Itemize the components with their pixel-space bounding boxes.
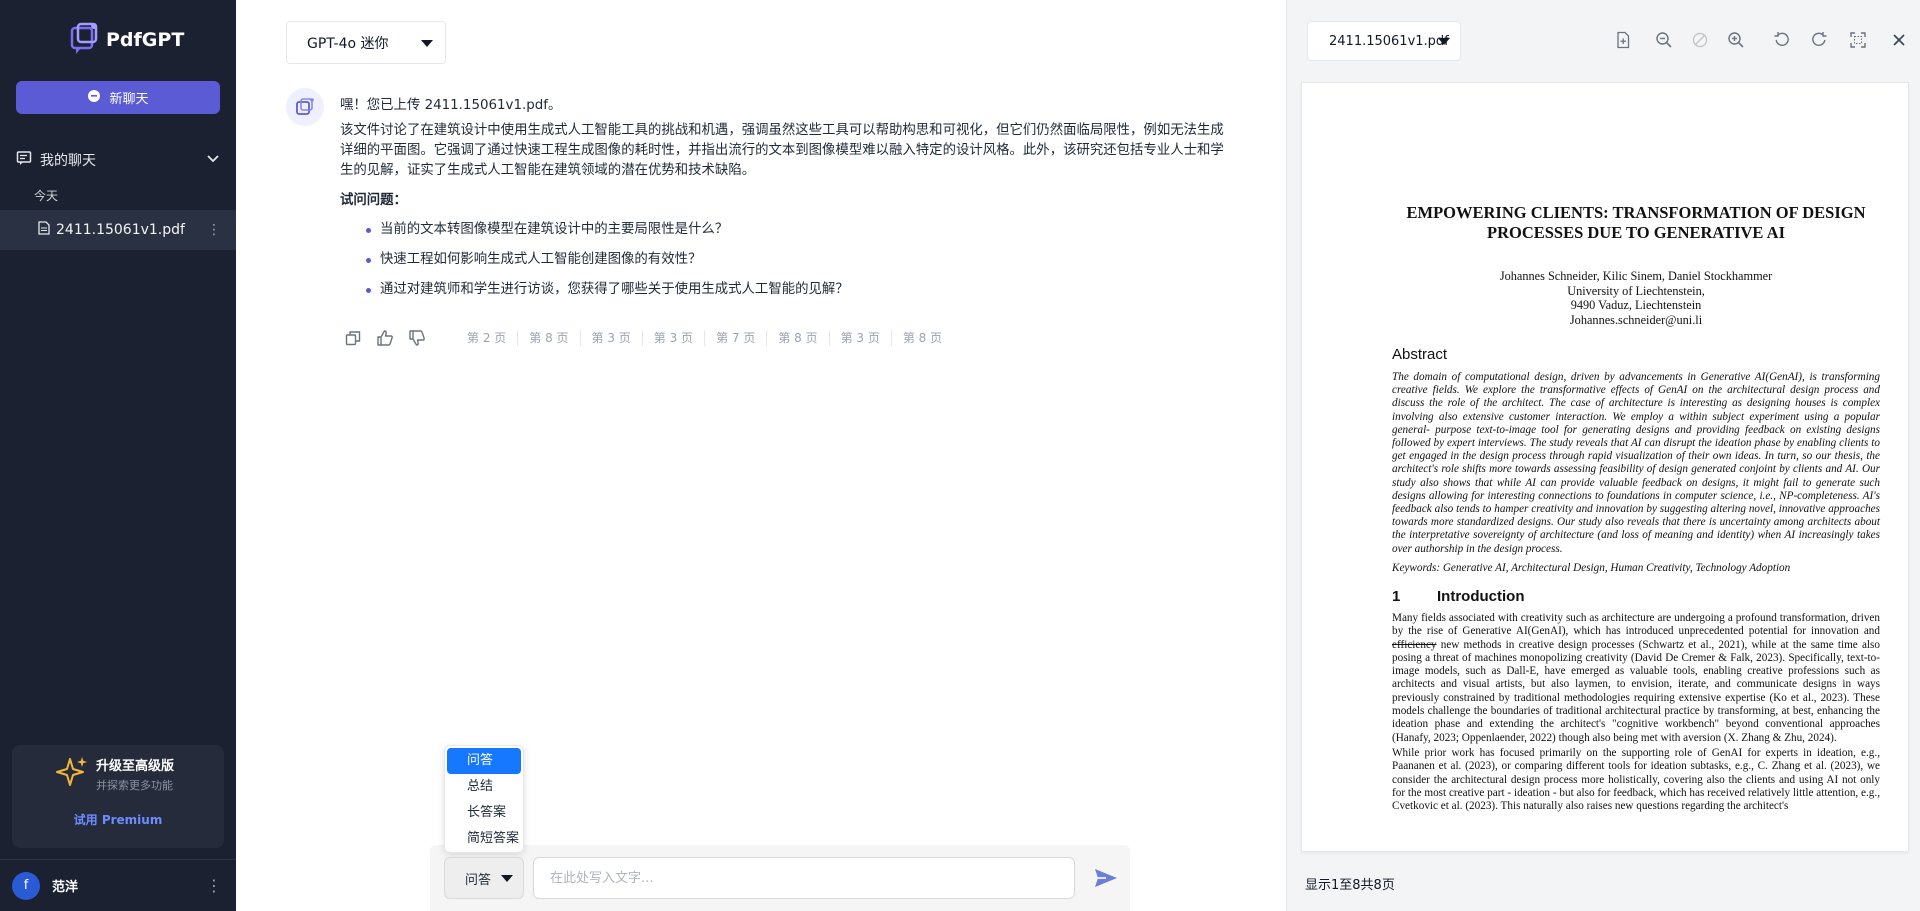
my-chats-label: 我的聊天 xyxy=(40,153,96,169)
user-profile[interactable]: f 范洋 ⋮ xyxy=(0,859,236,911)
paper-address: 9490 Vaduz, Liechtenstein xyxy=(1570,298,1702,312)
model-select[interactable]: GPT-4o 迷你 xyxy=(286,21,446,64)
mode-option-summary[interactable]: 总结 xyxy=(447,774,521,800)
keywords-text: Keywords: Generative AI, Architectural D… xyxy=(1392,562,1791,574)
section-heading: 1 Introduction xyxy=(1392,588,1524,605)
section-title: Introduction xyxy=(1437,588,1525,605)
chat-list-icon xyxy=(16,150,32,170)
page-ref-link[interactable]: 第 8 页 xyxy=(518,330,581,346)
model-label: GPT-4o 迷你 xyxy=(307,35,389,52)
chevron-down-icon[interactable] xyxy=(206,151,220,169)
page-ref-link[interactable]: 第 3 页 xyxy=(643,330,706,346)
close-icon[interactable] xyxy=(1888,29,1910,51)
section-number: 1 xyxy=(1392,588,1401,605)
zoom-out-icon[interactable] xyxy=(1653,29,1675,51)
body-paragraph: Many fields associated with creativity s… xyxy=(1392,612,1880,744)
page-ref-link[interactable]: 第 2 页 xyxy=(456,330,519,346)
more-options-icon[interactable]: ⋮ xyxy=(204,222,224,238)
user-name: 范洋 xyxy=(52,880,79,895)
caret-down-icon xyxy=(421,40,433,47)
send-icon xyxy=(1095,869,1117,887)
zoom-in-icon[interactable] xyxy=(1725,29,1747,51)
new-chat-label: 新聊天 xyxy=(109,92,149,107)
message-input[interactable] xyxy=(533,857,1075,899)
today-group-label: 今天 xyxy=(34,189,59,203)
paper-email: Johannes.schneider@uni.li xyxy=(1569,312,1703,327)
pdfgpt-logo-icon xyxy=(68,20,100,60)
mode-dropdown-menu: 问答 总结 长答案 简短答案 xyxy=(444,745,524,853)
pdf-viewer-panel: 2411.15061v1.pdf EMPOWERING CLIENTS: TRA… xyxy=(1286,0,1920,911)
upgrade-subtitle: 并探索更多功能 xyxy=(96,779,173,792)
new-chat-button[interactable]: 新聊天 xyxy=(16,81,220,114)
page-ref-link[interactable]: 第 3 页 xyxy=(581,330,643,346)
summary-text: 该文件讨论了在建筑设计中使用生成式人工智能工具的挑战和机遇，强调虽然这些工具可以… xyxy=(340,123,1224,178)
pdfgpt-bot-icon xyxy=(296,98,314,115)
suggested-question[interactable]: 通过对建筑师和学生进行访谈，您获得了哪些关于使用生成式人工智能的见解？ xyxy=(340,275,1224,305)
suggested-questions: 当前的文本转图像模型在建筑设计中的主要局限性是什么？ 快速工程如何影响生成式人工… xyxy=(340,215,1224,305)
suggested-question[interactable]: 当前的文本转图像模型在建筑设计中的主要局限性是什么？ xyxy=(340,215,1224,245)
questions-title: 试问问题： xyxy=(340,193,407,208)
fullscreen-icon[interactable] xyxy=(1847,29,1869,51)
chat-item-name: 2411.15061v1.pdf xyxy=(56,222,185,238)
thumbs-up-icon[interactable] xyxy=(370,326,400,350)
pdf-toolbar xyxy=(1287,29,1920,53)
add-document-icon[interactable] xyxy=(1612,29,1634,51)
paper-authors-block: Johannes Schneider, Kilic Sinem, Daniel … xyxy=(1392,269,1880,327)
sparkle-icon xyxy=(56,755,88,793)
app-logo[interactable]: PdfGPT xyxy=(68,20,184,60)
page-ref-link[interactable]: 第 3 页 xyxy=(830,330,892,346)
mode-select[interactable]: 问答 xyxy=(444,857,524,899)
page-count: 显示1至8共8页 xyxy=(1305,878,1395,893)
page-ref-link[interactable]: 第 8 页 xyxy=(892,330,953,346)
paper-authors: Johannes Schneider, Kilic Sinem, Daniel … xyxy=(1499,269,1773,283)
message-actions: 第 2 页 第 8 页 第 3 页 第 3 页 第 7 页 第 8 页 第 3 … xyxy=(338,326,953,350)
page-ref-link[interactable]: 第 8 页 xyxy=(767,330,830,346)
mode-option-qa[interactable]: 问答 xyxy=(447,748,521,774)
more-options-icon[interactable]: ⋮ xyxy=(204,876,224,895)
rotate-left-icon[interactable] xyxy=(1771,29,1793,51)
mode-option-long-answer[interactable]: 长答案 xyxy=(447,800,521,826)
bot-avatar xyxy=(286,88,324,126)
greeting-text: 嘿！您已上传 2411.15061v1.pdf。 xyxy=(340,98,562,113)
paper-affiliation: University of Liechtenstein, xyxy=(1567,283,1705,298)
copy-icon[interactable] xyxy=(338,326,368,350)
mode-selected-label: 问答 xyxy=(465,872,492,888)
my-chats-header[interactable]: 我的聊天 xyxy=(16,150,220,170)
chat-bubble-icon xyxy=(87,89,101,107)
assistant-message: 嘿！您已上传 2411.15061v1.pdf。 该文件讨论了在建筑设计中使用生… xyxy=(340,96,1224,305)
paper-title: EMPOWERING CLIENTS: TRANSFORMATION OF DE… xyxy=(1406,203,1866,242)
pdf-page: EMPOWERING CLIENTS: TRANSFORMATION OF DE… xyxy=(1301,82,1909,852)
page-ref-link[interactable]: 第 7 页 xyxy=(705,330,768,346)
chat-list-item[interactable]: 2411.15061v1.pdf ⋮ xyxy=(0,210,236,250)
avatar: f xyxy=(12,871,40,900)
rotate-right-icon[interactable] xyxy=(1808,29,1830,51)
try-premium-link[interactable]: 试用 Premium xyxy=(12,811,224,828)
abstract-heading: Abstract xyxy=(1392,346,1448,363)
upgrade-title: 升级至高级版 xyxy=(96,759,175,774)
file-icon xyxy=(38,221,50,239)
caret-down-icon xyxy=(501,875,513,882)
send-button[interactable] xyxy=(1090,864,1122,892)
body-paragraph: While prior work has focused primarily o… xyxy=(1392,746,1880,813)
thumbs-down-icon[interactable] xyxy=(402,326,432,350)
page-references: 第 2 页 第 8 页 第 3 页 第 3 页 第 7 页 第 8 页 第 3 … xyxy=(456,330,953,346)
body-text: Many fields associated with creativity s… xyxy=(1392,612,1880,815)
sidebar: PdfGPT 新聊天 我的聊天 今天 2411.15061v1.pdf ⋮ 升级… xyxy=(0,0,236,911)
upgrade-card: 升级至高级版 并探索更多功能 试用 Premium xyxy=(12,745,224,848)
zoom-reset-icon[interactable] xyxy=(1689,29,1711,51)
abstract-text: The domain of computational design, driv… xyxy=(1392,371,1880,555)
mode-option-short-answer[interactable]: 简短答案 xyxy=(447,826,521,852)
app-name: PdfGPT xyxy=(106,29,185,51)
suggested-question[interactable]: 快速工程如何影响生成式人工智能创建图像的有效性？ xyxy=(340,245,1224,275)
